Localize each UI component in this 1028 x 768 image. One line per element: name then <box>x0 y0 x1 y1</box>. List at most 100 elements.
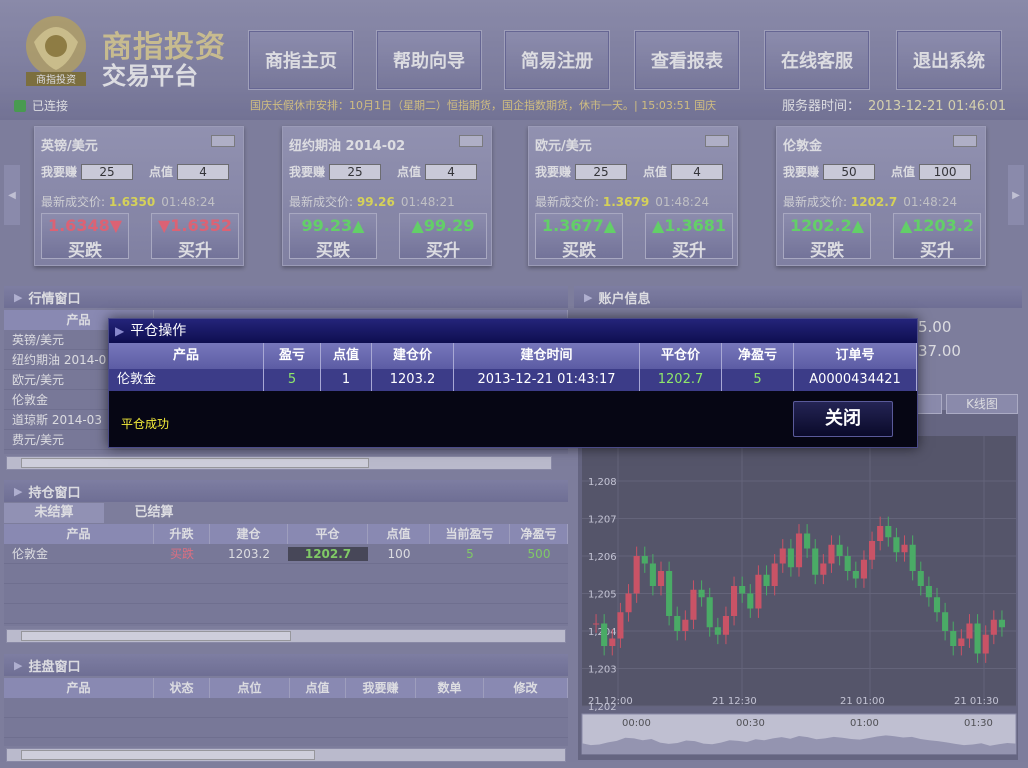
point-label: 点值 <box>149 165 174 179</box>
column-header: 当前盈亏 <box>430 524 510 544</box>
lot-label: 我要赚 <box>535 165 572 179</box>
column-header: 升跌 <box>154 524 210 544</box>
quote-product-name: 伦敦金 <box>783 139 823 154</box>
card-toggle-icon[interactable] <box>953 135 977 147</box>
quote-card: 英镑/美元 我要赚 25 点值 4 最新成交价: 1.6350 01:48:24 … <box>34 126 244 266</box>
position-hscroll[interactable] <box>6 629 566 643</box>
column-header: 点值 <box>321 343 372 369</box>
dialog-title-bar: ▶ 平仓操作 <box>109 319 917 343</box>
candle <box>933 597 941 613</box>
navigator-tick-label: 00:30 <box>736 718 765 729</box>
nav-logout-button[interactable]: 退出系统 <box>896 30 1002 90</box>
account-panel-title: 账户信息 <box>598 291 651 307</box>
candle <box>633 556 640 594</box>
last-price-label: 最新成交价: <box>289 195 354 209</box>
position-panel-header: ▶ 持仓窗口 <box>4 480 568 502</box>
point-select[interactable]: 4 <box>671 163 724 180</box>
last-price-line: 最新成交价: 99.26 01:48:21 <box>289 193 455 210</box>
candle <box>755 574 762 609</box>
market-product: 费元/美元 <box>12 433 65 447</box>
column-header: 净盈亏 <box>722 343 794 369</box>
buy-button[interactable]: ▲99.29 买升 <box>399 213 487 261</box>
sell-button[interactable]: 1202.2▲ 买跌 <box>783 213 871 261</box>
candle <box>860 559 867 579</box>
candle <box>795 533 803 568</box>
tab-settled[interactable]: 已结算 <box>104 503 204 523</box>
point-select[interactable]: 4 <box>425 163 478 180</box>
kline-button[interactable]: K线图 <box>946 394 1018 414</box>
candle <box>974 623 981 654</box>
buy-price: ▲1.3681 <box>651 216 727 235</box>
lot-select[interactable]: 50 <box>823 163 876 180</box>
tab-unsettled[interactable]: 未结算 <box>4 503 104 523</box>
navigator-tick-label: 01:30 <box>964 718 993 729</box>
position-panel-title: 持仓窗口 <box>28 485 81 501</box>
sell-button[interactable]: 99.23▲ 买跌 <box>289 213 377 261</box>
sell-button[interactable]: 1.3677▲ 买跌 <box>535 213 623 261</box>
market-product: 欧元/美元 <box>12 373 65 387</box>
point-select[interactable]: 4 <box>177 163 230 180</box>
nav-support-button[interactable]: 在线客服 <box>764 30 870 90</box>
table-cell: 1202.7 <box>288 546 368 561</box>
candle <box>763 574 770 586</box>
table-row[interactable]: 伦敦金 买跌 1203.2 1202.7 100 5 500 <box>4 544 568 564</box>
news-ticker: 国庆长假休市安排：10月1日（星期二）恒指期货，国企指数期货，休市一天。| 15… <box>250 99 717 112</box>
sell-price: 1.3677▲ <box>541 216 617 235</box>
lot-label: 我要赚 <box>41 165 78 179</box>
candle <box>609 638 616 646</box>
sell-label: 买跌 <box>316 241 350 261</box>
sell-button[interactable]: 1.6348▼ 买跌 <box>41 213 129 261</box>
quote-params: 我要赚 25 点值 4 <box>41 163 230 180</box>
nav-help-button[interactable]: 帮助向导 <box>376 30 482 90</box>
lot-select[interactable]: 25 <box>575 163 628 180</box>
candle <box>877 526 884 541</box>
candle <box>601 623 608 646</box>
buy-label: 买升 <box>426 241 460 261</box>
column-header: 建仓价 <box>372 343 454 369</box>
candle <box>731 586 738 616</box>
position-tabs: 未结算 已结算 <box>4 503 204 523</box>
table-cell: 伦敦金 <box>12 547 49 561</box>
nav-home-button[interactable]: 商指主页 <box>248 30 354 90</box>
y-tick-label: 1,206 <box>588 552 617 563</box>
nav-register-button[interactable]: 简易注册 <box>504 30 610 90</box>
buy-button[interactable]: ▲1203.2 买升 <box>893 213 981 261</box>
app-header: 商指投资 商指投资 交易平台 商指主页 帮助向导 简易注册 查看报表 在线客服 … <box>0 0 1028 120</box>
candle <box>779 548 786 564</box>
table-row-empty <box>4 604 568 624</box>
lot-select[interactable]: 25 <box>329 163 382 180</box>
buy-button[interactable]: ▲1.3681 买升 <box>645 213 733 261</box>
market-hscroll[interactable] <box>6 456 552 470</box>
buy-label: 买升 <box>178 241 212 261</box>
card-toggle-icon[interactable] <box>705 135 729 147</box>
candle <box>828 544 835 564</box>
quote-product-name: 英镑/美元 <box>41 139 98 154</box>
table-row-empty <box>4 584 568 604</box>
table-cell: 2013-12-21 01:43:17 <box>454 369 640 391</box>
candle <box>714 627 721 635</box>
last-price: 1.3679 <box>602 195 650 209</box>
lion-logo-icon: 商指投资 <box>26 16 86 86</box>
close-position-dialog: ▶ 平仓操作 产品 盈亏 点值 建仓价 建仓时间 平仓价 净盈亏 订单号 伦敦金 5 1 1203.2… <box>108 318 918 448</box>
point-select[interactable]: 100 <box>919 163 972 180</box>
quote-card: 欧元/美元 我要赚 25 点值 4 最新成交价: 1.3679 01:48:24 … <box>528 126 738 266</box>
nav-reports-button[interactable]: 查看报表 <box>634 30 740 90</box>
card-toggle-icon[interactable] <box>459 135 483 147</box>
close-button[interactable]: 关闭 <box>793 401 893 437</box>
y-tick-label: 1,208 <box>588 477 617 488</box>
candle <box>852 571 859 579</box>
quote-prev-arrow-icon[interactable]: ◀ <box>4 165 20 225</box>
last-time: 01:48:24 <box>903 195 958 209</box>
candle <box>722 616 729 635</box>
candle <box>917 571 924 586</box>
table-cell: 1203.2 <box>228 546 270 561</box>
lot-label: 我要赚 <box>783 165 820 179</box>
buy-price: ▲99.29 <box>411 216 475 235</box>
connection-status: 已连接 <box>14 97 68 114</box>
buy-button[interactable]: ▼1.6352 买升 <box>151 213 239 261</box>
card-toggle-icon[interactable] <box>211 135 235 147</box>
pending-hscroll[interactable] <box>6 748 566 762</box>
lot-select[interactable]: 25 <box>81 163 134 180</box>
quote-next-arrow-icon[interactable]: ▶ <box>1008 165 1024 225</box>
x-tick-label: 21 12:30 <box>712 696 757 707</box>
